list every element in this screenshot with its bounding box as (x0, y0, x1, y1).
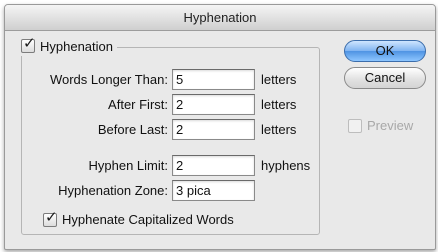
ok-button[interactable]: OK (344, 40, 426, 62)
words-longer-than-label: Words Longer Than: (49, 72, 168, 87)
after-first-row: After First: 2 letters (31, 94, 296, 115)
words-longer-than-unit: letters (261, 72, 297, 87)
hyphen-limit-label: Hyphen Limit: (88, 158, 168, 173)
words-longer-than-input[interactable]: 5 (172, 69, 255, 90)
hyphenation-label: Hyphenation (40, 38, 113, 54)
after-first-unit: letters (261, 97, 297, 112)
before-last-unit: letters (261, 122, 297, 137)
cancel-button[interactable]: Cancel (344, 67, 426, 89)
hyphenation-zone-label: Hyphenation Zone: (58, 183, 168, 198)
dialog-title: Hyphenation (5, 5, 435, 31)
checkmark-icon: ✓ (23, 35, 36, 52)
checkmark-icon: ✓ (45, 208, 58, 226)
preview-checkbox[interactable] (348, 118, 362, 133)
capitalized-toggle[interactable]: ✓ Hyphenate Capitalized Words (43, 209, 234, 230)
hyphenation-toggle[interactable]: ✓ Hyphenation (19, 35, 117, 56)
capitalized-label: Hyphenate Capitalized Words (62, 212, 234, 227)
hyphenation-checkbox[interactable]: ✓ (21, 35, 36, 53)
hyphen-limit-input[interactable]: 2 (172, 155, 255, 176)
before-last-row: Before Last: 2 letters (31, 119, 296, 140)
before-last-label: Before Last: (97, 122, 168, 137)
after-first-input[interactable]: 2 (172, 94, 255, 115)
after-first-label: After First: (108, 97, 168, 112)
hyphen-limit-row: Hyphen Limit: 2 hyphens (31, 155, 310, 176)
hyphenation-zone-row: Hyphenation Zone: 3 pica (31, 180, 255, 201)
before-last-input[interactable]: 2 (172, 119, 255, 140)
capitalized-checkbox[interactable]: ✓ (43, 209, 58, 227)
hyphenation-zone-input[interactable]: 3 pica (172, 180, 255, 201)
hyphenation-dialog: Hyphenation ✓ Hyphenation Words Longer T… (4, 4, 436, 250)
preview-toggle[interactable]: Preview (348, 118, 413, 133)
preview-label: Preview (367, 118, 414, 133)
hyphen-limit-unit: hyphens (261, 158, 311, 173)
words-longer-than-row: Words Longer Than: 5 letters (31, 69, 296, 90)
